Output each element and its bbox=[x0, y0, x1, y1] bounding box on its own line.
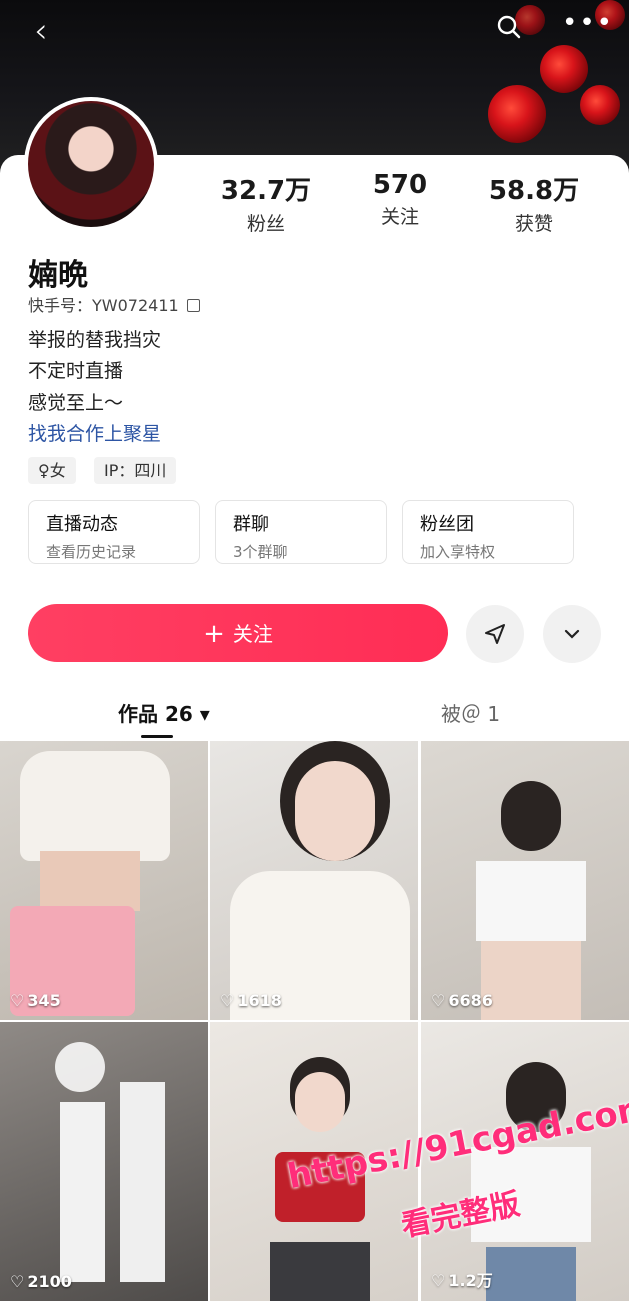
figure-shape bbox=[60, 1102, 105, 1282]
tab-works[interactable]: 作品 26 ▾ bbox=[118, 698, 210, 727]
figure-shape bbox=[40, 851, 140, 911]
stat-value: 570 bbox=[372, 170, 428, 200]
stat-following[interactable]: 570 关注 bbox=[373, 170, 427, 236]
follow-button[interactable]: + 关注 bbox=[28, 604, 448, 662]
gender-tag: ♀女 bbox=[28, 457, 76, 484]
likes-count: ♡ 1.2万 bbox=[431, 1267, 493, 1291]
bio-line: 举报的替我挡灾 bbox=[28, 329, 162, 351]
likes-count: ♡ 6686 bbox=[431, 991, 493, 1010]
likes-value: 1.2万 bbox=[448, 1271, 493, 1290]
bio-line: 不定时直播 bbox=[28, 360, 124, 382]
follow-label: 关注 bbox=[232, 622, 273, 646]
card-subtitle: 加入享特权 bbox=[420, 543, 496, 561]
figure-shape bbox=[486, 1247, 576, 1301]
card-title: 直播动态 bbox=[46, 514, 118, 535]
heart-icon: ♡ bbox=[10, 1272, 25, 1291]
send-icon bbox=[485, 624, 505, 644]
chevron-down-icon bbox=[564, 629, 580, 639]
figure-shape bbox=[295, 761, 375, 861]
video-thumbnail[interactable]: ♡ 2100 bbox=[0, 1022, 208, 1301]
stat-likes[interactable]: 58.8万 获赞 bbox=[489, 170, 579, 236]
stat-label: 获赞 bbox=[514, 213, 553, 235]
figure-shape bbox=[481, 941, 581, 1020]
rose-decoration bbox=[580, 85, 620, 125]
profile-stats: 32.7万 粉丝 570 关注 58.8万 获赞 bbox=[190, 170, 610, 236]
stat-label: 关注 bbox=[380, 206, 419, 228]
bio-link[interactable]: 找我合作上聚星 bbox=[28, 419, 161, 446]
likes-count: ♡ 2100 bbox=[10, 1272, 72, 1291]
heart-icon: ♡ bbox=[10, 991, 25, 1010]
heart-icon: ♡ bbox=[431, 1271, 446, 1290]
likes-count: ♡ 1618 bbox=[220, 991, 282, 1010]
likes-count: ♡ 345 bbox=[10, 991, 61, 1010]
likes-value: 1618 bbox=[237, 991, 282, 1010]
more-icon[interactable]: ••• bbox=[562, 10, 614, 36]
card-group-chat[interactable]: 群聊 3个群聊 bbox=[215, 500, 387, 564]
avatar[interactable] bbox=[24, 97, 158, 231]
card-subtitle: 查看历史记录 bbox=[46, 543, 137, 561]
card-fan-club[interactable]: 粉丝团 加入享特权 bbox=[402, 500, 574, 564]
card-subtitle: 3个群聊 bbox=[233, 543, 288, 561]
card-live-history[interactable]: 直播动态 查看历史记录 bbox=[28, 500, 200, 564]
stat-fans[interactable]: 32.7万 粉丝 bbox=[221, 170, 311, 236]
likes-value: 2100 bbox=[27, 1272, 72, 1291]
copy-icon[interactable] bbox=[186, 299, 200, 312]
heart-icon: ♡ bbox=[220, 991, 235, 1010]
figure-shape bbox=[476, 861, 586, 941]
figure-shape bbox=[295, 1072, 345, 1132]
tab-mentioned[interactable]: 被＠ 1 bbox=[441, 698, 500, 727]
stat-value: 32.7万 bbox=[220, 176, 312, 206]
rose-decoration bbox=[488, 85, 546, 143]
tab-indicator bbox=[141, 735, 173, 738]
video-thumbnail[interactable]: ♡ 6686 bbox=[421, 741, 629, 1020]
card-title: 粉丝团 bbox=[420, 514, 474, 535]
figure-shape bbox=[270, 1242, 370, 1301]
kuaishou-id-row[interactable]: 快手号：YW072411 bbox=[28, 292, 200, 316]
video-thumbnail[interactable]: ♡ 1618 bbox=[210, 741, 418, 1020]
figure-shape bbox=[20, 751, 170, 861]
likes-value: 6686 bbox=[448, 991, 493, 1010]
kuaishou-id: 快手号：YW072411 bbox=[28, 296, 179, 315]
card-title: 群聊 bbox=[233, 514, 269, 535]
search-icon[interactable] bbox=[496, 14, 522, 45]
video-thumbnail[interactable]: ♡ 345 bbox=[0, 741, 208, 1020]
ip-tag: IP：四川 bbox=[94, 457, 177, 484]
expand-button[interactable] bbox=[543, 605, 601, 663]
bio-line: 感觉至上～ bbox=[28, 392, 124, 414]
heart-icon: ♡ bbox=[431, 991, 446, 1010]
profile-name: 婻晩 bbox=[28, 258, 88, 293]
figure-shape bbox=[55, 1042, 105, 1092]
figure-shape bbox=[501, 781, 561, 851]
rose-decoration bbox=[540, 45, 588, 93]
back-icon[interactable]: ‹ bbox=[34, 14, 48, 48]
stat-label: 粉丝 bbox=[246, 213, 285, 235]
plus-icon: + bbox=[203, 619, 225, 649]
share-button[interactable] bbox=[466, 605, 524, 663]
likes-value: 345 bbox=[27, 991, 61, 1010]
figure-shape bbox=[120, 1082, 165, 1282]
stat-value: 58.8万 bbox=[488, 176, 580, 206]
video-grid: ♡ 345 ♡ 1618 ♡ 6686 ♡ 2100 ♡ 1.2万 bbox=[0, 741, 629, 1301]
